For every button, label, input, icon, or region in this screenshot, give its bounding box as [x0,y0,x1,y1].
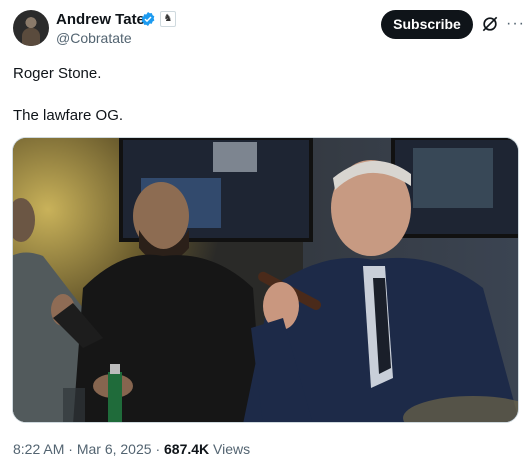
tweet-meta: 8:22 AM · Mar 6, 2025 · 687.4K Views [13,441,250,457]
chess-knight-icon: ♞ [160,11,176,27]
views-label: Views [213,441,251,457]
more-icon[interactable]: ··· [506,14,525,34]
views-count: 687.4K [164,441,210,457]
tweet-date[interactable]: Mar 6, 2025 [77,441,152,457]
verified-badge-icon [141,12,155,26]
subscribe-button[interactable]: Subscribe [381,10,473,39]
author-name[interactable]: Andrew Tate [56,11,145,28]
tweet-text-line-1: Roger Stone. [13,65,102,82]
author-handle[interactable]: @Cobratate [56,30,132,46]
tweet-time[interactable]: 8:22 AM [13,441,64,457]
meta-separator: · [68,441,73,457]
avatar[interactable] [13,10,49,46]
grok-icon[interactable] [480,14,500,34]
meta-separator: · [155,441,161,457]
tweet-photo[interactable] [12,137,519,423]
photo-scene [13,138,518,422]
tweet-text-line-2: The lawfare OG. [13,107,124,124]
